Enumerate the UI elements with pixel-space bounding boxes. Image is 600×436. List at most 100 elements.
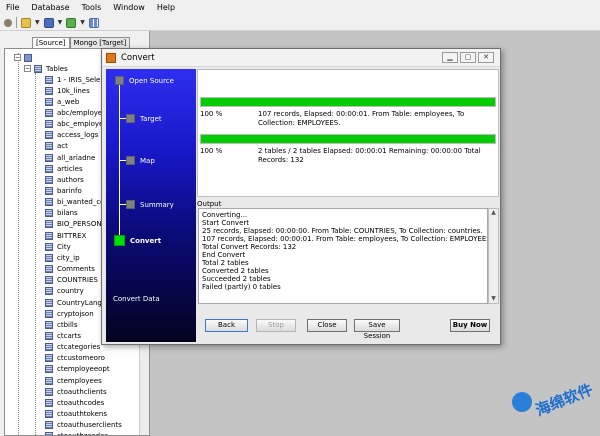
close-window-button[interactable]: ✕: [478, 52, 494, 63]
step-convert[interactable]: Convert: [114, 235, 161, 246]
database-icon: [24, 53, 32, 62]
tree-table-label: ctoauthuserclients: [57, 421, 122, 430]
stop-button[interactable]: Stop: [256, 319, 296, 332]
tree-table-item[interactable]: abc_employe: [45, 119, 103, 130]
dialog-button-bar: Back Stop Close Save Session Buy Now: [197, 311, 499, 341]
table-icon: [45, 198, 53, 207]
grid-icon[interactable]: [88, 17, 99, 28]
tree-table-item[interactable]: cryptojson: [45, 308, 94, 319]
output-log[interactable]: Converting... Start Convert 25 records, El…: [198, 208, 488, 304]
tree-table-item[interactable]: ctcarts: [45, 330, 81, 341]
wizard-steps-panel: Open Source Target Map Summary Convert C…: [106, 69, 196, 342]
tree-table-label: ctemployeeopt: [57, 365, 110, 374]
tree-table-item[interactable]: authors: [45, 174, 84, 185]
tree-table-item[interactable]: barinfo: [45, 186, 82, 197]
table-icon: [45, 410, 53, 418]
tab-mongo-target[interactable]: Mongo [Target]: [69, 37, 131, 48]
tree-table-item[interactable]: ctbills: [45, 319, 78, 330]
tree-table-item[interactable]: bilans: [45, 208, 78, 219]
scroll-up-icon[interactable]: ▲: [489, 209, 498, 216]
menu-database[interactable]: Database: [31, 3, 69, 12]
tree-table-item[interactable]: access_logs: [45, 130, 98, 141]
tab-source[interactable]: [Source]: [32, 37, 70, 48]
tree-table-item[interactable]: country: [45, 286, 84, 297]
save-session-button[interactable]: Save Session: [354, 319, 400, 340]
table-icon: [45, 331, 53, 340]
tree-root[interactable]: −: [14, 52, 36, 63]
app-icon: [106, 52, 116, 63]
tree-table-item[interactable]: ctoauthzcodes: [45, 431, 108, 435]
tree-table-item[interactable]: ctoauthtokens: [45, 409, 107, 420]
tree-table-label: ctcustomeoro: [57, 354, 105, 363]
tree-table-item[interactable]: BITTREX: [45, 230, 86, 241]
back-button[interactable]: Back: [205, 319, 248, 332]
minimize-button[interactable]: ▁: [442, 52, 458, 63]
step-map[interactable]: Map: [126, 156, 155, 165]
tree-table-label: ctoauthzcodes: [57, 432, 108, 435]
tree-table-item[interactable]: city_ip: [45, 252, 80, 263]
table-icon: [45, 309, 53, 318]
output-label: Output: [197, 200, 222, 208]
site-watermark-logo: 海绵软件: [496, 345, 596, 431]
output-line: Total 2 tables: [202, 259, 249, 267]
tree-table-item[interactable]: ctcustomeoro: [45, 353, 105, 364]
tree-table-item[interactable]: all_ariadne: [45, 152, 95, 163]
new-document-icon[interactable]: [21, 17, 31, 28]
maximize-button[interactable]: ▢: [460, 52, 476, 63]
table-progress-detail: 107 records, Elapsed: 00:00:01. From Tab…: [258, 110, 465, 127]
menu-file[interactable]: File: [6, 3, 19, 12]
tree-table-label: ctemployees: [57, 376, 102, 385]
menu-help[interactable]: Help: [157, 3, 175, 12]
chevron-down-icon[interactable]: ▼: [80, 19, 85, 26]
tree-table-item[interactable]: bi_wanted_co: [45, 197, 104, 208]
step-open-source[interactable]: Open Source: [115, 76, 174, 85]
tree-table-item[interactable]: 10k_lines: [45, 85, 90, 96]
tree-table-item[interactable]: act: [45, 141, 68, 152]
menu-tools[interactable]: Tools: [82, 3, 102, 12]
chevron-down-icon[interactable]: ▼: [35, 19, 40, 26]
output-line: Failed (partly) 0 tables: [202, 283, 281, 291]
tree-table-item[interactable]: ctoauthclients: [45, 386, 107, 397]
dialog-titlebar[interactable]: Convert ▁ ▢ ✕: [102, 49, 500, 67]
export-icon[interactable]: [66, 17, 77, 28]
step-marker-icon: [115, 76, 124, 85]
tree-tables-node[interactable]: − Tables: [24, 63, 68, 74]
tree-table-item[interactable]: BIO_PERSON: [45, 219, 102, 230]
tree-table-label: access_logs: [57, 131, 99, 140]
tree-table-item[interactable]: abc/employe: [45, 107, 102, 118]
step-summary[interactable]: Summary: [126, 200, 174, 209]
tree-table-item[interactable]: a_web: [45, 96, 79, 107]
menu-window[interactable]: Window: [113, 3, 145, 12]
collapse-icon[interactable]: −: [24, 65, 31, 72]
tree-table-item[interactable]: ctcategories: [45, 342, 100, 353]
step-target[interactable]: Target: [126, 114, 162, 123]
tree-table-item[interactable]: CountryLangu: [45, 297, 106, 308]
tree-table-label: 1 - IRIS_Sele: [57, 75, 101, 84]
buy-now-button[interactable]: Buy Now: [450, 319, 490, 332]
close-button[interactable]: Close: [307, 319, 347, 332]
tree-table-item[interactable]: ctemployeeopt: [45, 364, 110, 375]
tree-table-item[interactable]: COUNTRIES: [45, 275, 98, 286]
output-line: Converting...: [202, 211, 248, 219]
connection-icon[interactable]: [43, 17, 54, 28]
scroll-down-icon[interactable]: ▼: [489, 295, 498, 302]
tree-table-item[interactable]: City: [45, 241, 71, 252]
collapse-icon[interactable]: −: [14, 54, 21, 61]
tree-table-item[interactable]: ctemployees: [45, 375, 102, 386]
tree-table-item[interactable]: 1 - IRIS_Sele: [45, 74, 100, 85]
tree-table-label: cryptojson: [57, 309, 94, 318]
table-icon: [45, 320, 53, 329]
tree-table-item[interactable]: ctoauthuserclients: [45, 420, 122, 431]
user-icon[interactable]: [4, 18, 12, 27]
output-line: End Convert: [202, 251, 246, 259]
tree-table-item[interactable]: articles: [45, 163, 83, 174]
tree-table-item[interactable]: ctoauthcodes: [45, 397, 104, 408]
tree-guide: [18, 53, 19, 435]
table-icon: [45, 187, 53, 195]
output-line: 107 records, Elapsed: 00:00:01. From Tab…: [202, 235, 488, 243]
table-progress-bar: [200, 97, 496, 107]
table-icon: [45, 220, 53, 229]
output-scrollbar[interactable]: ▲ ▼: [488, 208, 499, 304]
chevron-down-icon[interactable]: ▼: [58, 19, 63, 26]
tree-table-item[interactable]: Comments: [45, 264, 95, 275]
